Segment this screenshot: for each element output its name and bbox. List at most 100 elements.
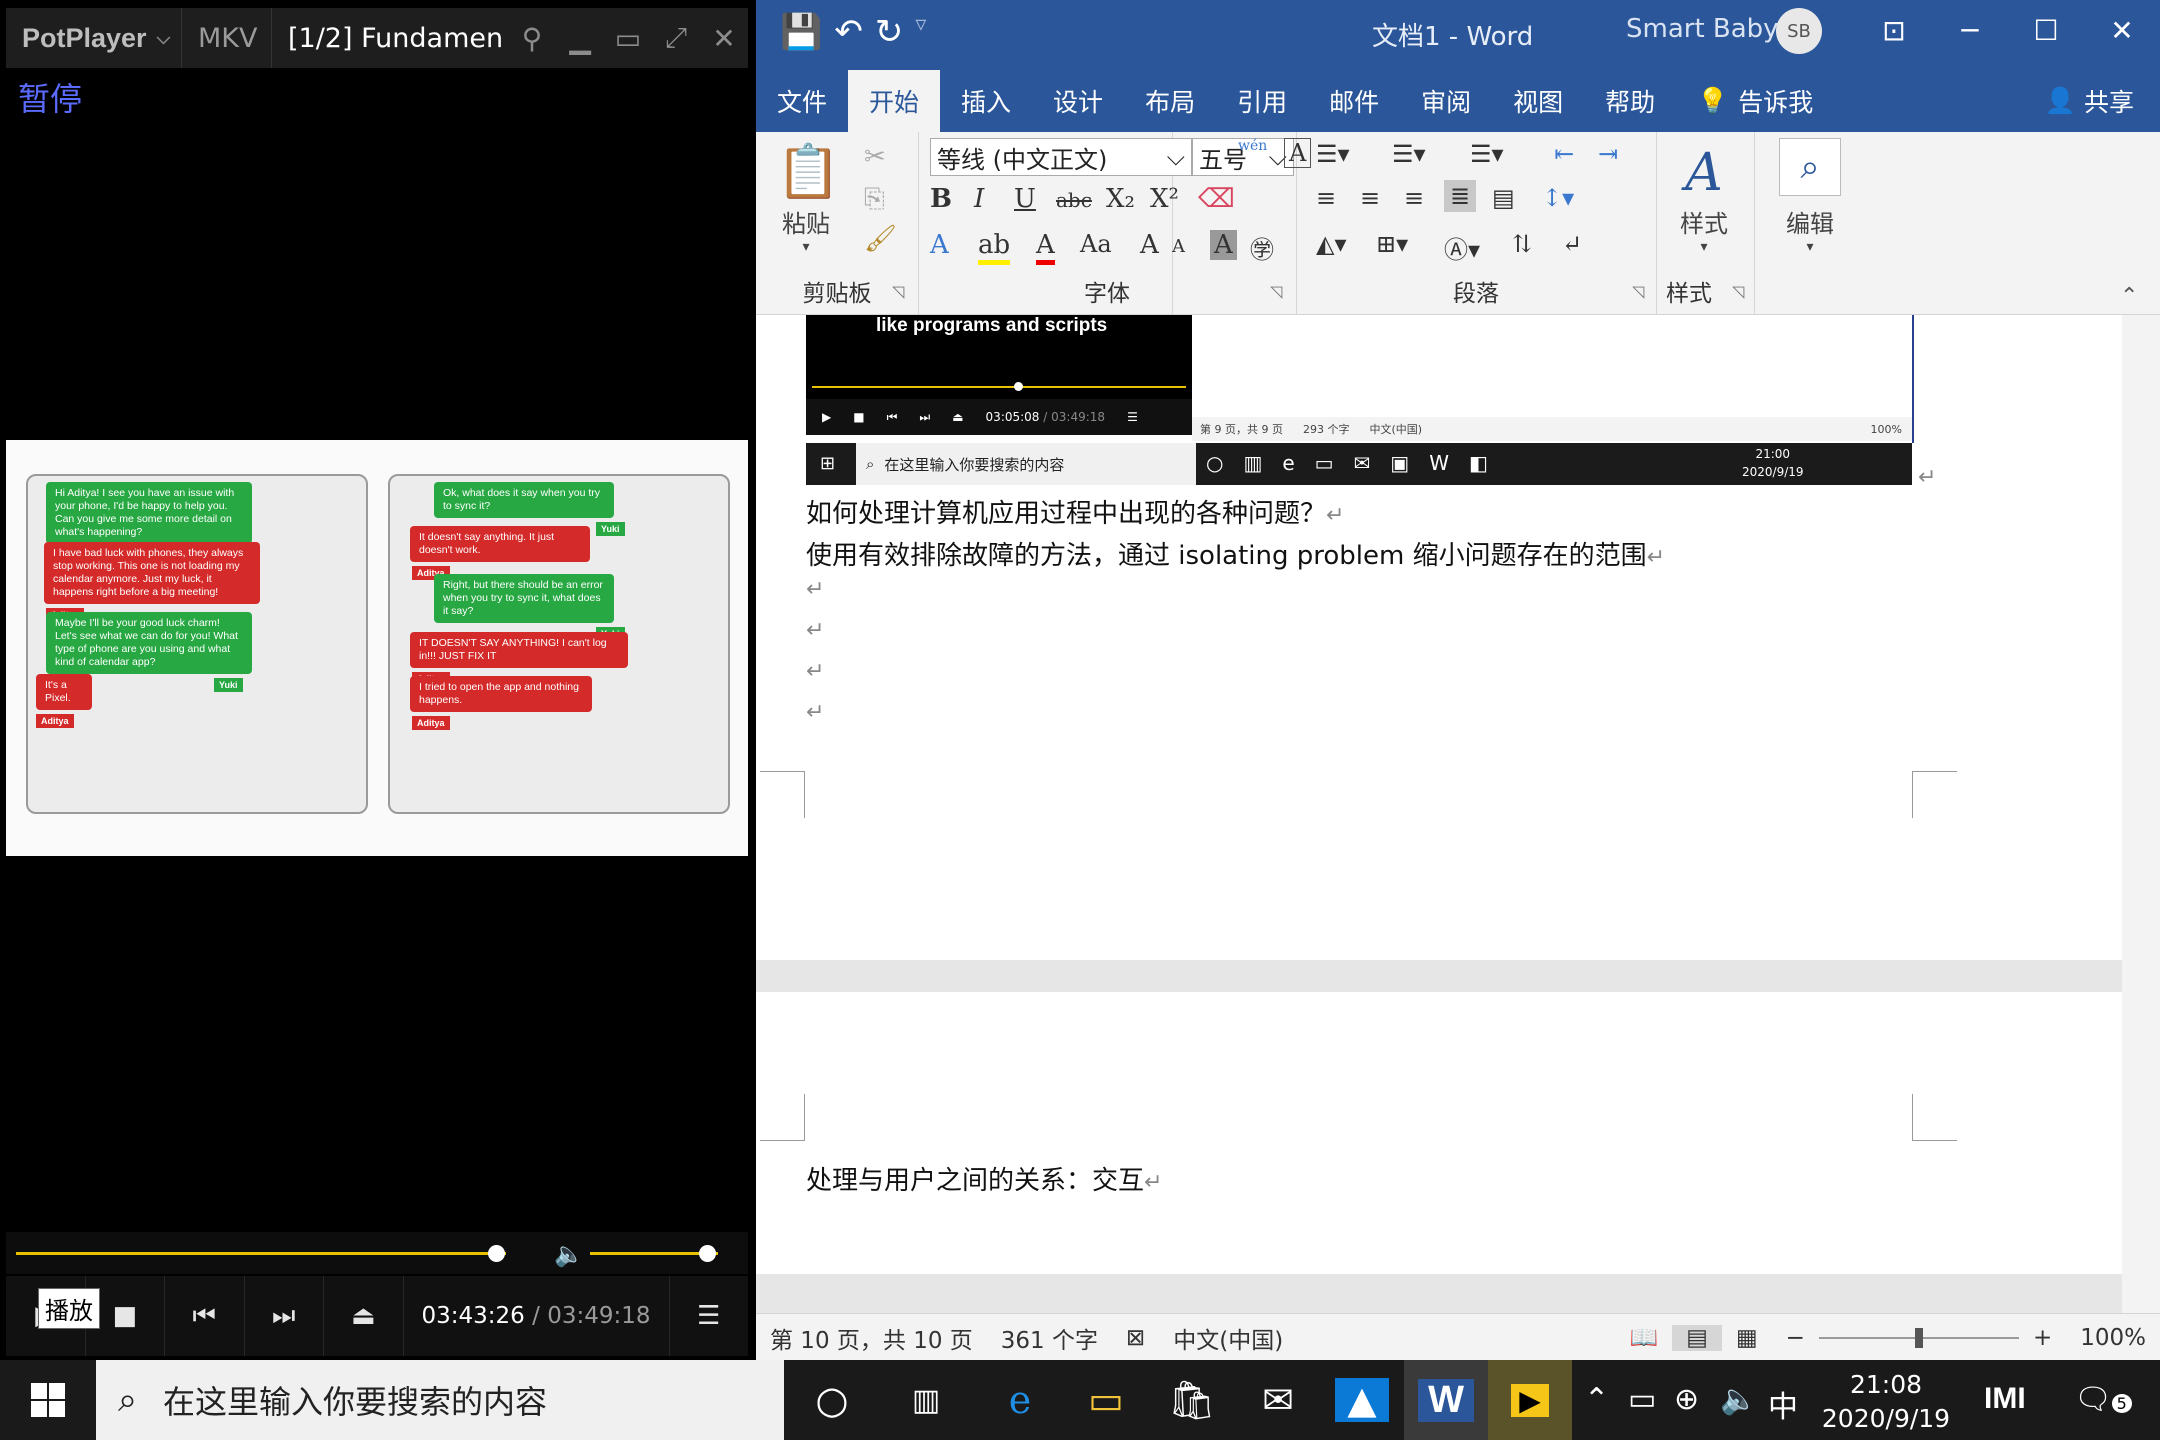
embedded-screenshot[interactable]: like programs and scripts ▶ ■ ⏮ ⏭ ⏏ 03:0…	[806, 315, 1936, 490]
numbering-icon[interactable]: ☰▾	[1392, 140, 1426, 168]
tab-mailings[interactable]: 邮件	[1308, 70, 1400, 132]
paste-button[interactable]: 📋 粘贴 ▾	[776, 140, 841, 255]
avatar[interactable]: SB	[1776, 8, 1822, 54]
seek-bar[interactable]	[16, 1252, 506, 1255]
mail-icon[interactable]: ✉	[1236, 1360, 1320, 1440]
potplayer-titlebar[interactable]: PotPlayer ⌵ MKV [1/2] Fundamen ⚲ ▁ ▭ ⤢ ✕	[6, 8, 748, 68]
potplayer-taskbar-icon[interactable]: ▶	[1488, 1360, 1572, 1440]
cortana-icon[interactable]: ○	[790, 1360, 874, 1440]
minimize-icon[interactable]: ─	[1932, 0, 2008, 60]
text-effects-icon[interactable]: A	[930, 230, 949, 260]
dialog-launcher-icon[interactable]: ◹	[1732, 282, 1744, 301]
grow-font-button[interactable]: A	[1140, 230, 1159, 260]
user-name[interactable]: Smart Baby	[1626, 14, 1779, 44]
fullscreen-icon[interactable]: ⤢	[652, 8, 700, 68]
cut-icon[interactable]: ✂	[864, 142, 886, 172]
superscript-button[interactable]: X²	[1150, 184, 1179, 214]
read-mode-icon[interactable]: 📖	[1616, 1324, 1673, 1351]
tab-file[interactable]: 文件	[756, 70, 848, 132]
pin-icon[interactable]: ⚲	[508, 8, 556, 68]
status-language[interactable]: 中文(中国)	[1159, 1321, 1297, 1355]
tray-overflow-icon[interactable]: ⌃	[1584, 1382, 1609, 1417]
tell-me-button[interactable]: 💡 告诉我	[1676, 70, 1834, 132]
seek-handle[interactable]	[488, 1245, 506, 1262]
tab-home[interactable]: 开始	[848, 70, 941, 132]
tab-references[interactable]: 引用	[1216, 70, 1308, 132]
empty-paragraph[interactable]: ↵	[806, 618, 824, 643]
align-center-icon[interactable]: ≡	[1360, 184, 1380, 212]
proofing-icon[interactable]: ⊠	[1112, 1325, 1159, 1351]
sort-icon[interactable]: ⇅	[1512, 230, 1532, 258]
status-words[interactable]: 361 个字	[987, 1321, 1112, 1355]
borders-icon[interactable]: ⊞▾	[1376, 230, 1408, 258]
dialog-launcher-icon[interactable]: ◹	[1270, 282, 1282, 301]
maximize-icon[interactable]: ☐	[2008, 0, 2084, 60]
store-icon[interactable]: 🛍	[1150, 1360, 1234, 1440]
styles-button[interactable]: A 样式 ▾	[1666, 142, 1742, 255]
video-frame[interactable]: Hi Aditya! I see you have an issue with …	[6, 440, 748, 856]
tab-design[interactable]: 设计	[1032, 70, 1124, 132]
change-case-button[interactable]: Aa	[1080, 230, 1112, 258]
shrink-font-button[interactable]: A	[1172, 236, 1185, 257]
save-icon[interactable]: 💾	[780, 12, 822, 52]
empty-paragraph[interactable]: ↵	[806, 659, 824, 684]
character-shading-icon[interactable]: A	[1210, 230, 1237, 260]
tab-help[interactable]: 帮助	[1584, 70, 1676, 132]
eject-button[interactable]: ⏏	[324, 1276, 404, 1356]
start-button[interactable]	[0, 1360, 96, 1440]
share-button[interactable]: 👤 共享	[2045, 70, 2160, 132]
justify-icon[interactable]: ≣	[1444, 180, 1477, 212]
customize-qat-icon[interactable]: ▿	[915, 12, 926, 52]
zoom-handle[interactable]	[1914, 1327, 1923, 1348]
decrease-indent-icon[interactable]: ⇤	[1554, 140, 1574, 168]
notification-center[interactable]: 🗨 5	[2074, 1382, 2132, 1417]
align-right-icon[interactable]: ≡	[1404, 184, 1424, 212]
format-painter-icon[interactable]: 🖌	[864, 224, 897, 254]
previous-button[interactable]: ⏮	[165, 1276, 245, 1356]
minimize-icon[interactable]: ▁	[556, 8, 604, 68]
status-page[interactable]: 第 10 页，共 10 页	[756, 1321, 987, 1355]
ime-indicator[interactable]: 中	[1768, 1382, 1798, 1426]
phonetic-guide-button[interactable]: wén	[1238, 138, 1267, 154]
zoom-in-icon[interactable]: +	[2019, 1325, 2066, 1351]
vertical-scrollbar[interactable]	[2122, 315, 2160, 1313]
document-area[interactable]: like programs and scripts ▶ ■ ⏮ ⏭ ⏏ 03:0…	[756, 315, 2160, 1313]
close-icon[interactable]: ✕	[2084, 0, 2160, 60]
font-name-combo[interactable]: 等线 (中文正文) ⌵	[930, 138, 1192, 176]
close-icon[interactable]: ✕	[700, 8, 748, 68]
print-layout-icon[interactable]: ▤	[1672, 1324, 1722, 1351]
word-taskbar-icon[interactable]: W	[1404, 1360, 1488, 1440]
file-explorer-icon[interactable]: ▭	[1064, 1360, 1148, 1440]
volume-icon[interactable]: 🔈	[554, 1240, 584, 1268]
underline-button[interactable]: U	[1014, 184, 1036, 214]
app-icon[interactable]: ▲	[1320, 1360, 1404, 1440]
doc-line-page2[interactable]: 处理与用户之间的关系：交互↵	[806, 1160, 1162, 1197]
taskbar-clock[interactable]: 21:08 2020/9/19	[1802, 1368, 1970, 1436]
web-layout-icon[interactable]: ▦	[1722, 1325, 1772, 1351]
clear-formatting-icon[interactable]: ⌫	[1198, 184, 1235, 214]
bullets-icon[interactable]: ☰▾	[1316, 140, 1350, 168]
increase-indent-icon[interactable]: ⇥	[1598, 140, 1618, 168]
align-left-icon[interactable]: ≡	[1316, 184, 1336, 212]
speaker-icon[interactable]: 🔈	[1720, 1382, 1757, 1417]
line-spacing-icon[interactable]: ↕▾	[1542, 184, 1574, 212]
tab-insert[interactable]: 插入	[940, 70, 1032, 132]
tab-review[interactable]: 审阅	[1400, 70, 1492, 132]
menu-button[interactable]: ☰	[668, 1276, 749, 1356]
edge-icon[interactable]: e	[978, 1360, 1062, 1440]
edit-button[interactable]: ⌕ 编辑 ▾	[1768, 138, 1852, 255]
ribbon-display-icon[interactable]: ⊡	[1856, 0, 1932, 60]
maximize-icon[interactable]: ▭	[604, 8, 652, 68]
page-10[interactable]: 处理与用户之间的关系：交互↵	[756, 992, 2122, 1274]
tab-layout[interactable]: 布局	[1124, 70, 1216, 132]
page-9[interactable]: like programs and scripts ▶ ■ ⏮ ⏭ ⏏ 03:0…	[756, 315, 2122, 960]
tab-view[interactable]: 视图	[1492, 70, 1584, 132]
redo-icon[interactable]: ↻	[875, 12, 904, 52]
empty-paragraph[interactable]: ↵	[806, 577, 824, 602]
strikethrough-button[interactable]: abc	[1056, 188, 1092, 212]
doc-line-1[interactable]: 如何处理计算机应用过程中出现的各种问题？↵	[806, 493, 1344, 530]
distributed-icon[interactable]: ▤	[1492, 184, 1515, 212]
bold-button[interactable]: B	[930, 184, 952, 214]
chinese-layout-icon[interactable]: Ⓐ▾	[1444, 230, 1480, 265]
zoom-slider[interactable]	[1818, 1327, 2019, 1348]
